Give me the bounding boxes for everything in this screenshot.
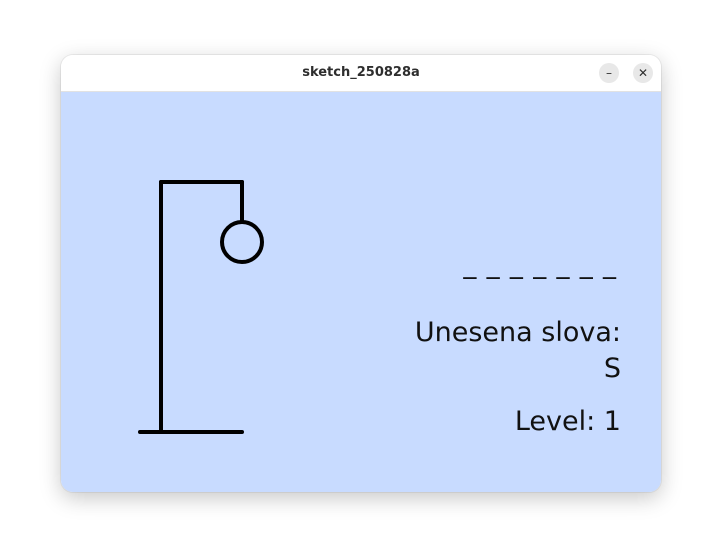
entered-letters-label: Unesena slova: bbox=[414, 317, 621, 348]
close-button[interactable]: ✕ bbox=[633, 63, 653, 83]
sketch-canvas[interactable]: _ _ _ _ _ _ _ Unesena slova: S Level: 1 bbox=[61, 92, 661, 492]
entered-letters-value: S bbox=[603, 353, 621, 384]
word-mask: _ _ _ _ _ _ _ bbox=[463, 250, 617, 280]
app-window: sketch_250828a – ✕ _ _ _ _ _ _ _ Unesena… bbox=[61, 55, 661, 492]
title-bar[interactable]: sketch_250828a – ✕ bbox=[61, 55, 661, 92]
window-title: sketch_250828a bbox=[302, 65, 420, 80]
hangman-head bbox=[220, 220, 264, 264]
level-indicator: Level: 1 bbox=[514, 406, 621, 437]
minimize-button[interactable]: – bbox=[599, 63, 619, 83]
